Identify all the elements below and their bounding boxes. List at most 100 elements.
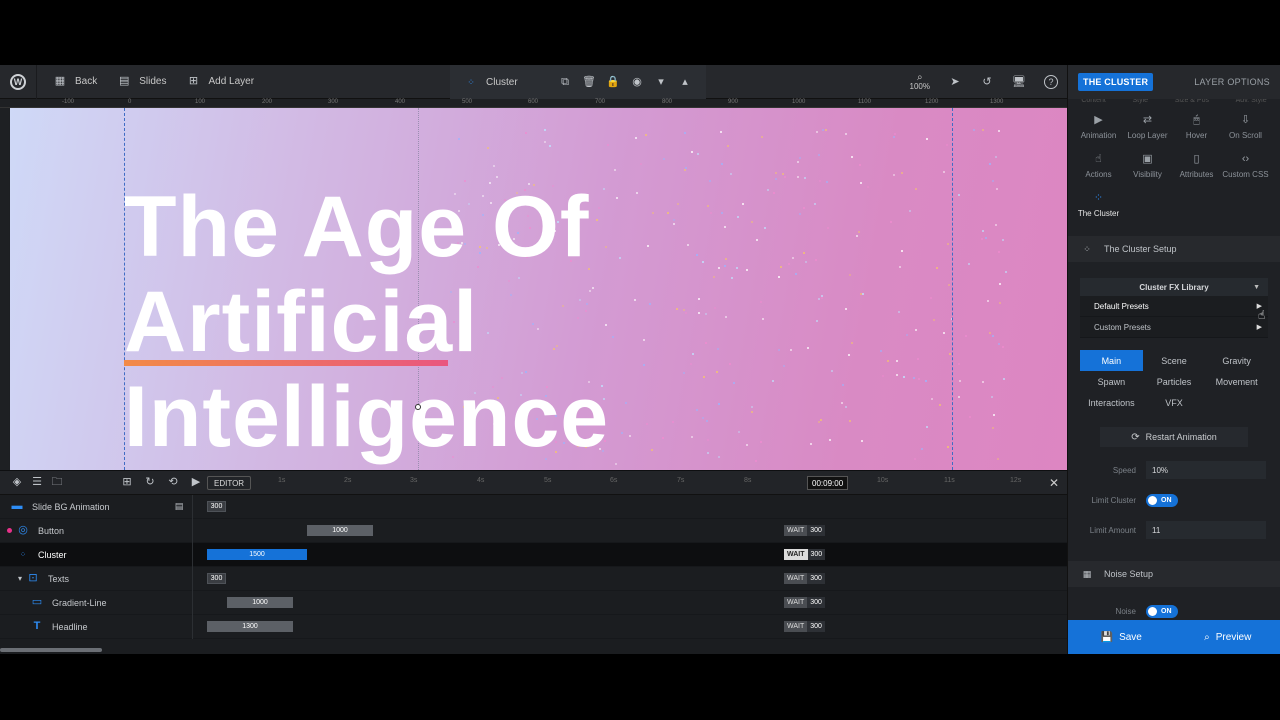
preview-button[interactable]: ⌕ Preview <box>1175 620 1280 654</box>
transform-handle[interactable] <box>415 404 421 410</box>
particle-dot <box>899 266 902 269</box>
search-icon: ⌕ <box>1204 631 1210 643</box>
chevron-down-icon[interactable]: ▾ <box>654 75 668 89</box>
tab-scene[interactable]: Scene <box>1143 350 1206 371</box>
speed-input[interactable]: 10% <box>1146 461 1266 479</box>
add-layer-button[interactable]: ⊞ Add Layer <box>176 65 264 99</box>
cluster-layer-icon: ⁘ <box>19 549 27 559</box>
loop-icon[interactable]: ↻ <box>143 476 157 490</box>
particle-dot <box>990 395 993 398</box>
option-actions[interactable]: ☝ Actions <box>1074 152 1123 179</box>
layer-badge[interactable]: THE CLUSTER <box>1078 73 1154 91</box>
limit-cluster-toggle[interactable]: ON <box>1146 493 1178 507</box>
timeline-row[interactable]: ▬ Slide BG Animation ▤ 300 <box>0 494 1067 519</box>
wait-marker[interactable]: WAIT 300 <box>784 549 826 560</box>
option-visibility[interactable]: ▣ Visibility <box>1123 152 1172 179</box>
chevron-up-icon[interactable]: ▴ <box>678 75 692 89</box>
tab-gravity[interactable]: Gravity <box>1205 350 1268 371</box>
particle-dot <box>892 173 895 176</box>
back-button[interactable]: ▦ Back <box>37 65 107 99</box>
particle-dot <box>783 176 786 179</box>
editor-mode-pill[interactable]: EDITOR <box>207 476 252 490</box>
particle-dot <box>981 238 984 241</box>
folder-icon[interactable]: 🗀 <box>50 476 64 490</box>
zoom-button[interactable]: ⌕ 100% <box>901 65 939 99</box>
option-loop-layer[interactable]: ⇄ Loop Layer <box>1123 113 1172 140</box>
clipped-tab-label[interactable]: Adv. Style <box>1236 99 1267 107</box>
particle-dot <box>614 462 617 465</box>
particle-dot <box>706 451 709 454</box>
tab-spawn[interactable]: Spawn <box>1080 371 1143 392</box>
particle-dot <box>750 221 753 224</box>
timeline-row-selected[interactable]: ⁘ Cluster 1500 WAIT 300 <box>0 542 1067 567</box>
undo-button[interactable]: ↺ <box>971 65 1003 99</box>
timeline-row[interactable]: ◎ Button 1000 WAIT 300 <box>0 518 1067 543</box>
anim-bar[interactable]: 1300 <box>207 621 293 632</box>
select-tool-button[interactable]: ➤ <box>939 65 971 99</box>
clipped-tab-label[interactable]: Content <box>1081 99 1106 107</box>
device-button[interactable]: 🖥 <box>1003 65 1035 99</box>
row-label: ▬ Slide BG Animation ▤ <box>0 494 193 519</box>
option-custom-css[interactable]: ‹› Custom CSS <box>1221 152 1270 179</box>
play-icon[interactable]: ▶ <box>189 476 203 490</box>
option-attributes[interactable]: ▯ Attributes <box>1172 152 1221 179</box>
timeline-row[interactable]: ▾ ⊡ Texts 300 WAIT 300 <box>0 566 1067 591</box>
particle-dot <box>731 276 734 279</box>
visibility-icon[interactable]: ◉ <box>630 75 644 89</box>
particle-dot <box>720 131 723 134</box>
anim-bar[interactable]: 1500 <box>207 549 307 560</box>
anim-bar[interactable]: 1000 <box>227 597 293 608</box>
tab-interactions[interactable]: Interactions <box>1080 392 1143 413</box>
grid-icon[interactable]: ⊞ <box>120 476 134 490</box>
wait-marker[interactable]: WAIT 300 <box>784 597 825 608</box>
lock-icon[interactable]: 🔒 <box>606 75 620 89</box>
wordpress-button[interactable]: W <box>0 65 36 99</box>
delete-icon[interactable]: 🗑 <box>582 75 596 89</box>
horizontal-scrollbar[interactable] <box>0 648 102 652</box>
option-the-cluster[interactable]: ⁘ The Cluster <box>1074 191 1123 218</box>
timeline-row[interactable]: T Headline 1300 WAIT 300 <box>0 614 1067 639</box>
save-button[interactable]: 💾 Save <box>1068 620 1175 654</box>
limit-amount-input[interactable]: 11 <box>1146 521 1266 539</box>
particle-dot <box>818 420 821 423</box>
tab-main[interactable]: Main <box>1080 350 1143 371</box>
rewind-icon[interactable]: ⟲ <box>166 476 180 490</box>
clipped-tab-label[interactable]: Style <box>1133 99 1149 107</box>
default-presets-item[interactable]: Default Presets ▶ <box>1080 296 1268 317</box>
duplicate-icon[interactable]: ⧉ <box>558 75 572 89</box>
particle-dot <box>981 128 984 131</box>
close-timeline-icon[interactable]: ✕ <box>1049 476 1059 490</box>
slide-canvas[interactable]: The Age Of Artificial Intelligence <box>10 108 1067 470</box>
tab-movement[interactable]: Movement <box>1205 371 1268 392</box>
list-icon[interactable]: ☰ <box>30 476 44 490</box>
headline-layer[interactable]: The Age Of Artificial Intelligence <box>124 180 609 465</box>
option-animation[interactable]: ▶ Animation <box>1074 113 1123 140</box>
restart-animation-button[interactable]: ⟳ Restart Animation <box>1100 427 1248 447</box>
help-button[interactable]: ? <box>1035 65 1067 99</box>
cluster-setup-header[interactable]: ⁘ The Cluster Setup <box>1068 236 1280 262</box>
fx-library-dropdown[interactable]: Cluster FX Library ▼ <box>1080 278 1268 296</box>
selected-layer-name[interactable]: Cluster <box>486 77 518 88</box>
anim-bar[interactable]: 300 <box>207 573 226 584</box>
anim-bar[interactable]: 300 <box>207 501 226 512</box>
wait-marker[interactable]: WAIT 300 <box>784 621 825 632</box>
clipped-tab-label[interactable]: Size & Pos <box>1175 99 1209 107</box>
timeline-row[interactable]: ▭ Gradient-Line 1000 WAIT 300 <box>0 590 1067 615</box>
layers-icon[interactable]: ◈ <box>10 476 24 490</box>
option-hover[interactable]: 🖱 Hover <box>1172 113 1221 140</box>
particle-dot <box>621 432 624 435</box>
wait-marker[interactable]: WAIT 300 <box>784 525 825 536</box>
tab-particles[interactable]: Particles <box>1143 371 1206 392</box>
current-time[interactable]: 00:09:00 <box>807 476 849 490</box>
anim-bar[interactable]: 1000 <box>307 525 373 536</box>
gradient-line-layer[interactable] <box>124 360 448 366</box>
wait-marker[interactable]: WAIT 300 <box>784 573 825 584</box>
noise-setup-header[interactable]: ▦ Noise Setup <box>1068 561 1280 587</box>
noise-toggle[interactable]: ON <box>1146 604 1178 618</box>
panel-footer: 💾 Save ⌕ Preview <box>1068 620 1280 654</box>
slides-button[interactable]: ▤ Slides <box>107 65 176 99</box>
custom-presets-item[interactable]: Custom Presets ▶ <box>1080 317 1268 338</box>
tab-vfx[interactable]: VFX <box>1143 392 1206 413</box>
particle-dot <box>780 265 783 268</box>
option-on-scroll[interactable]: ⇩ On Scroll <box>1221 113 1270 140</box>
